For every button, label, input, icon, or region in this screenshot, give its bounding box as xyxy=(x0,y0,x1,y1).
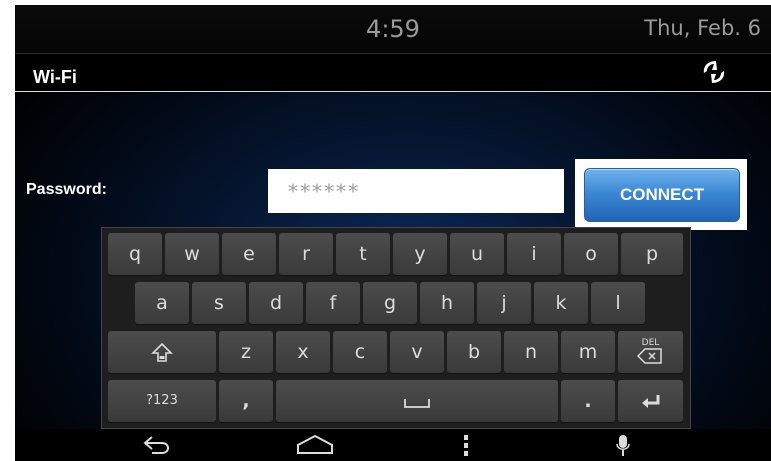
key-f[interactable]: f xyxy=(306,282,360,324)
shift-icon xyxy=(151,342,173,362)
shift-key[interactable] xyxy=(108,331,216,373)
symbols-key[interactable]: ?123 xyxy=(108,380,216,422)
home-icon[interactable] xyxy=(295,433,335,457)
key-l[interactable]: l xyxy=(591,282,645,324)
connect-button-frame: CONNECT xyxy=(575,159,747,230)
password-label: Password: xyxy=(26,181,107,198)
navigation-bar xyxy=(15,429,771,461)
key-c[interactable]: c xyxy=(333,331,387,373)
key-y[interactable]: y xyxy=(393,233,447,275)
page-title: Wi-Fi xyxy=(33,67,77,87)
key-v[interactable]: v xyxy=(390,331,444,373)
nissan-logo-icon xyxy=(703,61,725,83)
key-e[interactable]: e xyxy=(222,233,276,275)
on-screen-keyboard: q w e r t y u i o p a s d f g h j k l z … xyxy=(101,227,691,429)
key-r[interactable]: r xyxy=(279,233,333,275)
comma-key[interactable]: , xyxy=(219,380,273,422)
key-s[interactable]: s xyxy=(192,282,246,324)
key-j[interactable]: j xyxy=(477,282,531,324)
status-bar: 4:59 Thu, Feb. 6 xyxy=(15,5,771,53)
key-w[interactable]: w xyxy=(165,233,219,275)
menu-icon[interactable] xyxy=(461,433,471,459)
key-n[interactable]: n xyxy=(504,331,558,373)
connect-button[interactable]: CONNECT xyxy=(584,168,740,222)
enter-key[interactable] xyxy=(618,380,683,422)
key-z[interactable]: z xyxy=(219,331,273,373)
key-q[interactable]: q xyxy=(108,233,162,275)
key-h[interactable]: h xyxy=(420,282,474,324)
key-m[interactable]: m xyxy=(561,331,615,373)
key-o[interactable]: o xyxy=(564,233,618,275)
backspace-icon xyxy=(637,348,662,364)
enter-icon xyxy=(641,394,659,408)
key-d[interactable]: d xyxy=(249,282,303,324)
key-g[interactable]: g xyxy=(363,282,417,324)
password-field[interactable]: ****** xyxy=(268,169,564,213)
delete-key[interactable]: DEL xyxy=(618,331,683,373)
key-p[interactable]: p xyxy=(621,233,683,275)
key-a[interactable]: a xyxy=(135,282,189,324)
back-icon[interactable] xyxy=(140,433,174,457)
key-u[interactable]: u xyxy=(450,233,504,275)
key-i[interactable]: i xyxy=(507,233,561,275)
key-t[interactable]: t xyxy=(336,233,390,275)
period-key[interactable]: . xyxy=(561,380,615,422)
date: Thu, Feb. 6 xyxy=(644,16,761,40)
screen: 4:59 Thu, Feb. 6 Wi-Fi Password: ****** … xyxy=(15,5,771,461)
mic-icon[interactable] xyxy=(615,433,631,459)
key-x[interactable]: x xyxy=(276,331,330,373)
key-k[interactable]: k xyxy=(534,282,588,324)
key-b[interactable]: b xyxy=(447,331,501,373)
title-bar: Wi-Fi xyxy=(15,53,771,92)
space-icon xyxy=(404,398,430,408)
space-key[interactable] xyxy=(276,380,558,422)
password-value: ****** xyxy=(288,179,360,203)
